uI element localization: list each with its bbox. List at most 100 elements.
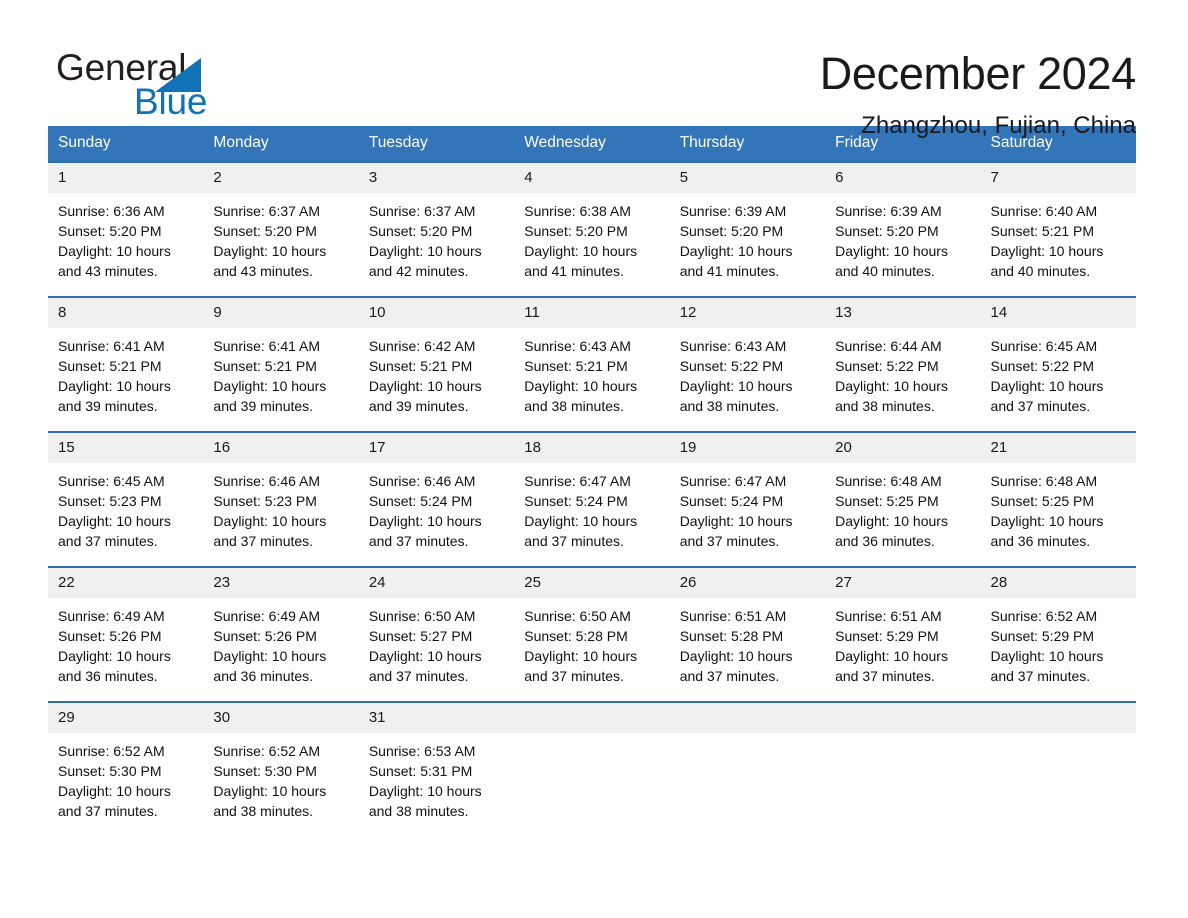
page-title: December 2024 bbox=[819, 48, 1137, 99]
day-number: 17 bbox=[358, 433, 515, 463]
day-details: Sunrise: 6:38 AM Sunset: 5:20 PM Daylight:… bbox=[514, 193, 669, 281]
calendar-day-cell[interactable]: 23 Sunrise: 6:49 AM Sunset: 5:26 PM Dayligh… bbox=[203, 566, 359, 702]
daylight-duration-line1: Daylight: 10 hours bbox=[213, 243, 327, 259]
day-details: Sunrise: 6:39 AM Sunset: 5:20 PM Daylight:… bbox=[670, 193, 825, 281]
calendar-day-cell[interactable]: 9 Sunrise: 6:41 AM Sunset: 5:21 PM Daylight… bbox=[203, 296, 359, 432]
daylight-duration-line1: Daylight: 10 hours bbox=[679, 243, 793, 259]
general-blue-logo[interactable]: General Blue bbox=[56, 44, 286, 124]
sunset-time: Sunset: 5:27 PM bbox=[368, 628, 473, 644]
calendar-day-cell[interactable]: 20 Sunrise: 6:48 AM Sunset: 5:25 PM Dayligh… bbox=[825, 431, 981, 567]
sunrise-time: Sunrise: 6:39 AM bbox=[679, 203, 787, 219]
calendar-day-cell[interactable]: 7 Sunrise: 6:40 AM Sunset: 5:21 PM Daylight… bbox=[980, 161, 1136, 297]
calendar-day-cell[interactable]: 29 Sunrise: 6:52 AM Sunset: 5:30 PM Dayligh… bbox=[48, 701, 204, 822]
calendar-day-cell[interactable]: 30 Sunrise: 6:52 AM Sunset: 5:30 PM Dayligh… bbox=[203, 701, 359, 822]
sunrise-time: Sunrise: 6:39 AM bbox=[835, 203, 942, 219]
calendar-day-cell[interactable]: 13 Sunrise: 6:44 AM Sunset: 5:22 PM Dayligh… bbox=[825, 296, 981, 432]
sunset-time: Sunset: 5:30 PM bbox=[213, 763, 317, 779]
calendar-day-cell[interactable]: 27 Sunrise: 6:51 AM Sunset: 5:29 PM Dayligh… bbox=[825, 566, 981, 702]
daylight-duration-line2: and 37 minutes. bbox=[58, 533, 158, 549]
calendar-day-cell[interactable]: 16 Sunrise: 6:46 AM Sunset: 5:23 PM Dayligh… bbox=[203, 431, 359, 567]
calendar-day-cell[interactable]: 24 Sunrise: 6:50 AM Sunset: 5:27 PM Dayligh… bbox=[358, 566, 515, 702]
day-details: Sunrise: 6:43 AM Sunset: 5:22 PM Daylight:… bbox=[670, 328, 825, 416]
sunrise-time: Sunrise: 6:50 AM bbox=[368, 608, 476, 624]
day-number-placeholder bbox=[669, 703, 826, 733]
calendar-day-cell[interactable]: 14 Sunrise: 6:45 AM Sunset: 5:22 PM Dayligh… bbox=[980, 296, 1136, 432]
day-number: 26 bbox=[669, 568, 826, 598]
calendar-day-cell[interactable]: 3 Sunrise: 6:37 AM Sunset: 5:20 PM Daylight… bbox=[358, 161, 515, 297]
day-number: 13 bbox=[825, 298, 981, 328]
calendar-day-cell[interactable]: 15 Sunrise: 6:45 AM Sunset: 5:23 PM Dayligh… bbox=[48, 431, 204, 567]
daylight-duration-line1: Daylight: 10 hours bbox=[368, 783, 482, 799]
daylight-duration-line2: and 36 minutes. bbox=[835, 533, 935, 549]
calendar-day-cell[interactable]: 26 Sunrise: 6:51 AM Sunset: 5:28 PM Dayligh… bbox=[669, 566, 826, 702]
day-number: 24 bbox=[358, 568, 515, 598]
calendar-day-cell[interactable]: 17 Sunrise: 6:46 AM Sunset: 5:24 PM Dayligh… bbox=[358, 431, 515, 567]
sunrise-time: Sunrise: 6:49 AM bbox=[213, 608, 321, 624]
daylight-duration-line1: Daylight: 10 hours bbox=[58, 783, 171, 799]
calendar-day-cell[interactable]: 31 Sunrise: 6:53 AM Sunset: 5:31 PM Dayligh… bbox=[358, 701, 515, 822]
daylight-duration-line2: and 36 minutes. bbox=[213, 668, 314, 684]
day-number: 27 bbox=[825, 568, 981, 598]
daylight-duration-line2: and 38 minutes. bbox=[213, 803, 314, 819]
sunset-time: Sunset: 5:24 PM bbox=[524, 493, 628, 509]
calendar-day-cell[interactable]: 18 Sunrise: 6:47 AM Sunset: 5:24 PM Dayligh… bbox=[514, 431, 670, 567]
daylight-duration-line2: and 38 minutes. bbox=[524, 398, 624, 414]
calendar-day-cell[interactable]: 5 Sunrise: 6:39 AM Sunset: 5:20 PM Daylight… bbox=[669, 161, 826, 297]
calendar-day-cell[interactable]: 8 Sunrise: 6:41 AM Sunset: 5:21 PM Daylight… bbox=[48, 296, 204, 432]
calendar-day-cell[interactable]: 4 Sunrise: 6:38 AM Sunset: 5:20 PM Daylight… bbox=[514, 161, 670, 297]
sunset-time: Sunset: 5:21 PM bbox=[213, 358, 317, 374]
day-details: Sunrise: 6:36 AM Sunset: 5:20 PM Daylight:… bbox=[48, 193, 203, 281]
day-number: 9 bbox=[203, 298, 359, 328]
title-block: December 2024 Zhangzhou, Fujian, China bbox=[286, 44, 1137, 142]
day-details: Sunrise: 6:52 AM Sunset: 5:30 PM Daylight:… bbox=[48, 733, 203, 821]
day-number: 25 bbox=[514, 568, 670, 598]
day-number: 31 bbox=[358, 703, 515, 733]
day-details: Sunrise: 6:49 AM Sunset: 5:26 PM Daylight:… bbox=[203, 598, 358, 686]
day-number-placeholder bbox=[980, 703, 1136, 733]
sunrise-time: Sunrise: 6:37 AM bbox=[213, 203, 321, 219]
daylight-duration-line2: and 43 minutes. bbox=[58, 263, 158, 279]
calendar-day-cell[interactable]: 28 Sunrise: 6:52 AM Sunset: 5:29 PM Dayligh… bbox=[980, 566, 1136, 702]
sunset-time: Sunset: 5:20 PM bbox=[524, 223, 628, 239]
calendar-day-cell-empty bbox=[980, 701, 1136, 822]
daylight-duration-line1: Daylight: 10 hours bbox=[58, 648, 171, 664]
daylight-duration-line1: Daylight: 10 hours bbox=[213, 378, 327, 394]
day-number: 18 bbox=[514, 433, 670, 463]
calendar-day-cell[interactable]: 22 Sunrise: 6:49 AM Sunset: 5:26 PM Dayligh… bbox=[48, 566, 204, 702]
day-details: Sunrise: 6:50 AM Sunset: 5:28 PM Daylight:… bbox=[514, 598, 669, 686]
sunset-time: Sunset: 5:24 PM bbox=[679, 493, 784, 509]
daylight-duration-line1: Daylight: 10 hours bbox=[679, 513, 793, 529]
daylight-duration-line1: Daylight: 10 hours bbox=[835, 378, 948, 394]
sunset-time: Sunset: 5:22 PM bbox=[835, 358, 939, 374]
sunset-time: Sunset: 5:22 PM bbox=[990, 358, 1095, 374]
day-details: Sunrise: 6:37 AM Sunset: 5:20 PM Daylight:… bbox=[203, 193, 358, 281]
day-details: Sunrise: 6:42 AM Sunset: 5:21 PM Daylight:… bbox=[359, 328, 514, 416]
sunrise-time: Sunrise: 6:43 AM bbox=[524, 338, 631, 354]
daylight-duration-line2: and 37 minutes. bbox=[990, 398, 1091, 414]
daylight-duration-line1: Daylight: 10 hours bbox=[58, 378, 171, 394]
calendar-day-cell[interactable]: 25 Sunrise: 6:50 AM Sunset: 5:28 PM Dayligh… bbox=[514, 566, 670, 702]
sunrise-time: Sunrise: 6:45 AM bbox=[58, 473, 165, 489]
day-number: 14 bbox=[980, 298, 1136, 328]
daylight-duration-line2: and 38 minutes. bbox=[835, 398, 935, 414]
calendar-day-cell[interactable]: 12 Sunrise: 6:43 AM Sunset: 5:22 PM Dayligh… bbox=[669, 296, 826, 432]
calendar-day-cell[interactable]: 6 Sunrise: 6:39 AM Sunset: 5:20 PM Daylight… bbox=[825, 161, 981, 297]
calendar-day-cell[interactable]: 1 Sunrise: 6:36 AM Sunset: 5:20 PM Daylight… bbox=[48, 161, 204, 297]
day-number: 8 bbox=[48, 298, 204, 328]
calendar-day-cell[interactable]: 10 Sunrise: 6:42 AM Sunset: 5:21 PM Dayligh… bbox=[358, 296, 515, 432]
daylight-duration-line2: and 36 minutes. bbox=[58, 668, 158, 684]
calendar-day-cell[interactable]: 11 Sunrise: 6:43 AM Sunset: 5:21 PM Dayligh… bbox=[514, 296, 670, 432]
day-number: 5 bbox=[669, 163, 826, 193]
calendar-day-cell-empty bbox=[825, 701, 981, 822]
daylight-duration-line2: and 37 minutes. bbox=[524, 668, 624, 684]
day-number: 2 bbox=[203, 163, 359, 193]
sunrise-time: Sunrise: 6:41 AM bbox=[58, 338, 165, 354]
calendar-day-cell[interactable]: 2 Sunrise: 6:37 AM Sunset: 5:20 PM Daylight… bbox=[203, 161, 359, 297]
calendar-day-cell[interactable]: 21 Sunrise: 6:48 AM Sunset: 5:25 PM Dayligh… bbox=[980, 431, 1136, 567]
day-number: 21 bbox=[980, 433, 1136, 463]
day-details: Sunrise: 6:49 AM Sunset: 5:26 PM Daylight:… bbox=[48, 598, 203, 686]
daylight-duration-line2: and 41 minutes. bbox=[524, 263, 624, 279]
calendar-day-cell-empty bbox=[669, 701, 826, 822]
sunset-time: Sunset: 5:31 PM bbox=[368, 763, 473, 779]
calendar-day-cell[interactable]: 19 Sunrise: 6:47 AM Sunset: 5:24 PM Dayligh… bbox=[669, 431, 826, 567]
